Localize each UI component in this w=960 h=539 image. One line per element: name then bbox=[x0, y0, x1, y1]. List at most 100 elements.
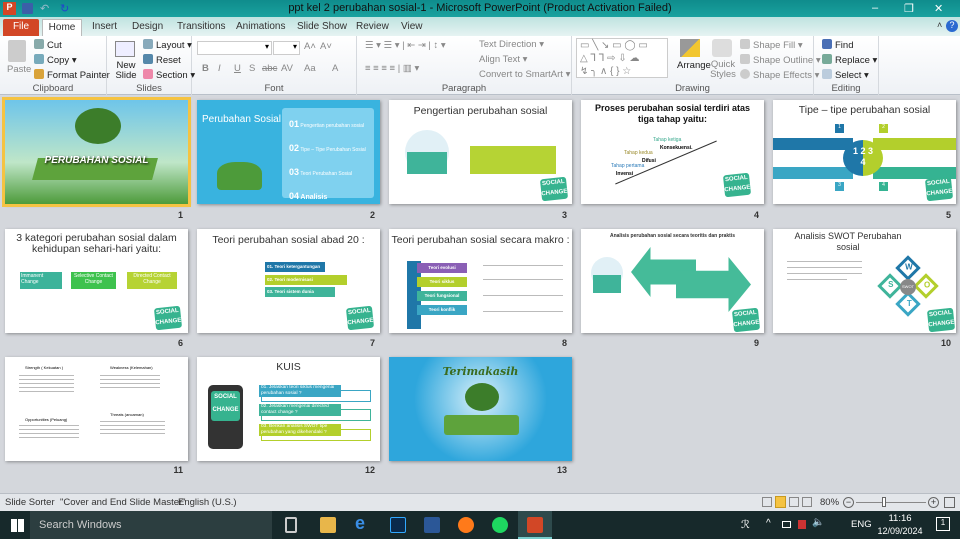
ribbon: Paste Cut Copy ▾ Format Painter Clipboar… bbox=[0, 36, 960, 95]
slide-thumbnail-4[interactable]: Proses perubahan sosial terdiri atas tig… bbox=[581, 100, 764, 204]
zoom-slider-thumb[interactable] bbox=[882, 497, 886, 507]
reading-view-icon[interactable] bbox=[789, 497, 799, 507]
network-icon[interactable] bbox=[798, 520, 806, 529]
clock-time[interactable]: 11:16 bbox=[885, 513, 915, 524]
char-spacing-button[interactable]: AV bbox=[281, 63, 293, 74]
bold-button[interactable]: B bbox=[202, 63, 209, 74]
firefox-icon[interactable] bbox=[458, 517, 474, 533]
normal-view-icon[interactable] bbox=[762, 497, 772, 507]
copy-button[interactable]: Copy ▾ bbox=[34, 54, 77, 66]
word-icon[interactable] bbox=[424, 517, 440, 533]
slide-thumbnail-8[interactable]: Teori perubahan sosial secara makro : Te… bbox=[389, 229, 572, 333]
battery-icon[interactable] bbox=[782, 521, 791, 528]
slide-thumbnail-12[interactable]: KUIS SOCIAL CHANGE 01. Jelaskan teori si… bbox=[197, 357, 380, 461]
reset-button[interactable]: Reset bbox=[143, 54, 181, 66]
zoom-level[interactable]: 80% bbox=[820, 497, 839, 508]
minimize-button[interactable]: – bbox=[872, 2, 878, 14]
slide-thumbnail-13[interactable]: Terimakasih bbox=[389, 357, 572, 461]
slides-group: New Slide Layout ▾ Reset Section ▾ Slide… bbox=[107, 36, 195, 95]
shapes-gallery[interactable]: ▭ ╲ ↘ ▭ ◯ ▭ △ ⅂ ⅂ ⇨ ⇩ ☁ ↯ ╮ ∧ { } ☆ bbox=[576, 38, 668, 78]
arrange-button[interactable]: Arrange bbox=[677, 60, 711, 71]
replace-button[interactable]: Replace ▾ bbox=[822, 54, 877, 66]
slide-thumbnail-1[interactable]: PERUBAHAN SOSIAL bbox=[2, 97, 191, 207]
font-size-select[interactable]: ▾ bbox=[273, 41, 300, 55]
shape-outline-button[interactable]: Shape Outline ▾ bbox=[740, 54, 821, 66]
slide-thumbnail-10[interactable]: Analisis SWOT Perubahan sosial W S O T S… bbox=[773, 229, 956, 333]
input-language[interactable]: ENG bbox=[851, 519, 872, 530]
step-value: Invensi bbox=[616, 171, 634, 177]
tree-image bbox=[75, 108, 121, 144]
tab-view[interactable]: View bbox=[401, 19, 423, 36]
slide-show-icon[interactable] bbox=[802, 497, 812, 507]
bullets-button[interactable]: ☰ ▾ ☰ ▾ | ⇤ ⇥ | ↕ ▾ bbox=[365, 40, 446, 51]
tab-insert[interactable]: Insert bbox=[92, 19, 117, 36]
paste-button[interactable]: Paste bbox=[7, 64, 31, 75]
align-text-button[interactable]: Align Text ▾ bbox=[479, 54, 527, 65]
tab-home[interactable]: Home bbox=[42, 19, 82, 36]
fit-to-window-icon[interactable] bbox=[944, 497, 955, 508]
select-button[interactable]: Select ▾ bbox=[822, 69, 869, 81]
zoom-slider[interactable] bbox=[856, 502, 926, 503]
photoshop-icon[interactable] bbox=[390, 517, 406, 533]
notification-center-icon[interactable]: 1 bbox=[936, 517, 950, 531]
volume-icon[interactable]: 🔈 bbox=[812, 517, 824, 528]
find-button[interactable]: Find bbox=[822, 39, 853, 51]
change-case-button[interactable]: Aa bbox=[304, 63, 316, 74]
powerpoint-taskbar-button[interactable] bbox=[518, 511, 552, 539]
layout-button[interactable]: Layout ▾ bbox=[143, 39, 192, 51]
tab-file[interactable]: File bbox=[3, 19, 39, 36]
clock-date[interactable]: 12/09/2024 bbox=[876, 526, 924, 536]
tab-design[interactable]: Design bbox=[132, 19, 163, 36]
font-color-button[interactable]: A bbox=[332, 63, 338, 74]
zoom-in-button[interactable]: + bbox=[928, 497, 939, 508]
slide-thumbnail-11[interactable]: Strength ( Kekuatan ) Weakness (Kelemaha… bbox=[5, 357, 188, 461]
tab-animations[interactable]: Animations bbox=[236, 19, 285, 36]
search-box[interactable]: Search Windows bbox=[30, 511, 272, 539]
cut-button[interactable]: Cut bbox=[34, 39, 62, 51]
text-direction-button[interactable]: Text Direction ▾ bbox=[479, 39, 544, 50]
tab-review[interactable]: Review bbox=[356, 19, 389, 36]
file-explorer-icon[interactable] bbox=[320, 517, 336, 533]
slide-thumbnail-5[interactable]: Tipe – tipe perubahan sosial 1 2 3 4 1 2… bbox=[773, 100, 956, 204]
underline-button[interactable]: U bbox=[234, 63, 241, 74]
edge-icon[interactable]: e bbox=[355, 513, 371, 533]
tray-chevron-icon[interactable]: ^ bbox=[766, 518, 771, 529]
slide-sorter-view-icon[interactable] bbox=[775, 496, 786, 508]
restore-button[interactable]: ❐ bbox=[904, 2, 914, 15]
task-view-icon[interactable] bbox=[285, 517, 297, 533]
close-button[interactable]: ✕ bbox=[934, 2, 943, 15]
convert-smartart-button[interactable]: Convert to SmartArt ▾ bbox=[479, 69, 570, 80]
language-status[interactable]: English (U.S.) bbox=[178, 497, 237, 508]
slide-thumbnail-7[interactable]: Teori perubahan sosial abad 20 : 01. Teo… bbox=[197, 229, 380, 333]
windows-start-icon[interactable] bbox=[11, 519, 24, 532]
tab-slide-show[interactable]: Slide Show bbox=[297, 19, 347, 36]
slide-4-title: Proses perubahan sosial terdiri atas tig… bbox=[594, 103, 751, 124]
slide-thumbnail-3[interactable]: Pengertian perubahan sosial SOCIAL CHANG… bbox=[389, 100, 572, 204]
strikethrough-button[interactable]: abc bbox=[262, 63, 277, 74]
new-slide-button[interactable]: New Slide bbox=[113, 61, 139, 81]
grow-font-button[interactable]: A˄ bbox=[304, 41, 316, 52]
font-name-select[interactable]: ▾ bbox=[197, 41, 272, 55]
people-icon[interactable]: ℛ bbox=[741, 518, 750, 531]
slide-thumbnail-9[interactable]: Analisis perubahan sosial secara teoriti… bbox=[581, 229, 764, 333]
help-button[interactable]: ? bbox=[946, 20, 958, 32]
shadow-button[interactable]: S bbox=[249, 63, 255, 74]
format-painter-button[interactable]: Format Painter bbox=[34, 69, 110, 81]
spotify-icon[interactable] bbox=[492, 517, 508, 533]
zoom-out-button[interactable]: − bbox=[843, 497, 854, 508]
shrink-font-button[interactable]: A˅ bbox=[320, 41, 332, 52]
tab-transitions[interactable]: Transitions bbox=[177, 19, 226, 36]
theory-arrow: 03. Teori sistem dunia bbox=[265, 287, 335, 297]
italic-button[interactable]: I bbox=[218, 63, 221, 74]
shape-fill-button[interactable]: Shape Fill ▾ bbox=[740, 39, 803, 51]
slide-thumbnail-2[interactable]: Perubahan Sosial 01 Pengertian perubahan… bbox=[197, 100, 380, 204]
collapse-ribbon-icon[interactable]: ˄ bbox=[937, 20, 942, 30]
alignment-buttons[interactable]: ≡ ≡ ≡ ≡ | ▥ ▾ bbox=[365, 63, 419, 74]
slide-thumbnail-6[interactable]: 3 kategori perubahan sosial dalam kehidu… bbox=[5, 229, 188, 333]
social-change-logo: SOCIAL CHANGE bbox=[211, 391, 240, 421]
slide-sorter[interactable]: PERUBAHAN SOSIAL 1 Perubahan Sosial 01 P… bbox=[0, 96, 960, 493]
theme-status[interactable]: "Cover and End Slide Master" bbox=[60, 497, 186, 508]
section-button[interactable]: Section ▾ bbox=[143, 69, 195, 81]
quick-styles-button[interactable]: Quick Styles bbox=[709, 60, 737, 80]
shape-effects-button[interactable]: Shape Effects ▾ bbox=[740, 69, 819, 81]
